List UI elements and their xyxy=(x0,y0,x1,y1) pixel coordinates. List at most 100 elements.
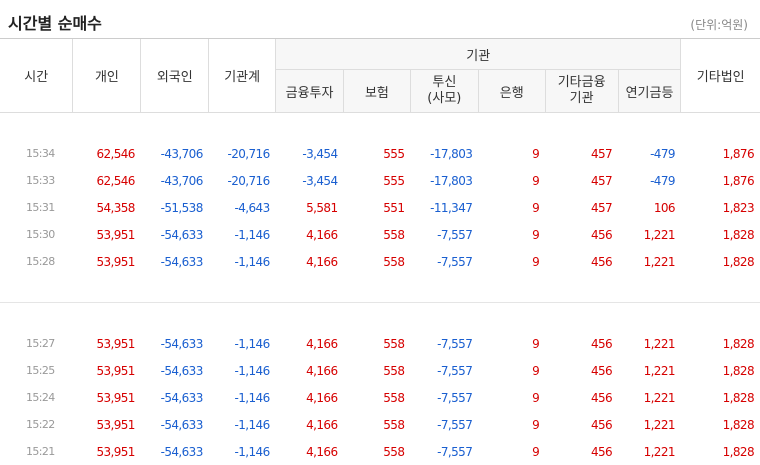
row-value: 558 xyxy=(344,411,411,438)
header-other-corp: 기타법인 xyxy=(681,39,760,113)
header-finance-invest: 금융투자 xyxy=(276,70,344,113)
row-value: 1,828 xyxy=(681,221,760,248)
row-value: 53,951 xyxy=(73,384,141,411)
row-value: -1,146 xyxy=(209,411,276,438)
row-value: 1,828 xyxy=(681,384,760,411)
row-value: 9 xyxy=(478,221,545,248)
unit-label: (단위:억원) xyxy=(690,16,748,33)
row-value: -7,557 xyxy=(410,357,478,384)
header-institution-group: 기관 xyxy=(276,39,681,70)
row-value: 5,581 xyxy=(276,194,344,221)
row-time: 15:30 xyxy=(0,221,73,248)
row-value: 555 xyxy=(344,140,411,167)
row-value: 456 xyxy=(545,221,618,248)
row-value: 4,166 xyxy=(276,248,344,275)
row-value: -17,803 xyxy=(410,140,478,167)
row-value: -54,633 xyxy=(141,330,209,357)
row-value: -4,643 xyxy=(209,194,276,221)
row-value: 9 xyxy=(478,140,545,167)
row-value: -17,803 xyxy=(410,167,478,194)
row-value: -7,557 xyxy=(410,411,478,438)
row-value: 457 xyxy=(545,140,618,167)
row-value: 53,951 xyxy=(73,330,141,357)
header-bank: 은행 xyxy=(478,70,545,113)
row-value: 558 xyxy=(344,438,411,465)
row-value: -3,454 xyxy=(276,140,344,167)
row-value: 456 xyxy=(545,248,618,275)
row-value: 62,546 xyxy=(73,167,141,194)
row-value: -54,633 xyxy=(141,357,209,384)
row-value: 9 xyxy=(478,357,545,384)
row-value: -479 xyxy=(618,140,681,167)
row-value: -43,706 xyxy=(141,140,209,167)
header-pension: 연기금등 xyxy=(618,70,681,113)
row-value: 9 xyxy=(478,438,545,465)
row-time: 15:24 xyxy=(0,384,73,411)
row-value: 1,221 xyxy=(618,221,681,248)
row-value: 558 xyxy=(344,330,411,357)
row-value: -7,557 xyxy=(410,384,478,411)
table-row: 15:2253,951-54,633-1,1464,166558-7,55794… xyxy=(0,411,760,438)
row-value: -20,716 xyxy=(209,167,276,194)
table-row: 15:2753,951-54,633-1,1464,166558-7,55794… xyxy=(0,330,760,357)
row-value: 551 xyxy=(344,194,411,221)
row-value: 1,828 xyxy=(681,438,760,465)
row-value: 1,221 xyxy=(618,330,681,357)
row-value: -1,146 xyxy=(209,221,276,248)
row-value: 456 xyxy=(545,384,618,411)
row-value: 456 xyxy=(545,357,618,384)
row-value: 1,828 xyxy=(681,248,760,275)
header-insurance: 보험 xyxy=(344,70,411,113)
table-row: 15:2553,951-54,633-1,1464,166558-7,55794… xyxy=(0,357,760,384)
row-value: 1,876 xyxy=(681,167,760,194)
row-value: 4,166 xyxy=(276,438,344,465)
row-value: 1,828 xyxy=(681,411,760,438)
row-value: 4,166 xyxy=(276,357,344,384)
row-time: 15:27 xyxy=(0,330,73,357)
table-row: 15:3154,358-51,538-4,6435,581551-11,3479… xyxy=(0,194,760,221)
row-time: 15:21 xyxy=(0,438,73,465)
row-time: 15:28 xyxy=(0,248,73,275)
row-value: 4,166 xyxy=(276,411,344,438)
row-value: 9 xyxy=(478,330,545,357)
header-foreign: 외국인 xyxy=(141,39,209,113)
row-time: 15:25 xyxy=(0,357,73,384)
row-value: 62,546 xyxy=(73,140,141,167)
header-time: 시간 xyxy=(0,39,73,113)
table-row: 15:3462,546-43,706-20,716-3,454555-17,80… xyxy=(0,140,760,167)
row-value: -54,633 xyxy=(141,438,209,465)
header-institution-total: 기관계 xyxy=(209,39,276,113)
row-value: -1,146 xyxy=(209,438,276,465)
row-value: 9 xyxy=(478,248,545,275)
row-value: -1,146 xyxy=(209,330,276,357)
row-value: 4,166 xyxy=(276,221,344,248)
row-value: 53,951 xyxy=(73,248,141,275)
row-value: 9 xyxy=(478,411,545,438)
table-row: 15:3053,951-54,633-1,1464,166558-7,55794… xyxy=(0,221,760,248)
row-value: -20,716 xyxy=(209,140,276,167)
row-value: 558 xyxy=(344,357,411,384)
row-value: -3,454 xyxy=(276,167,344,194)
row-value: 457 xyxy=(545,167,618,194)
row-value: 1,876 xyxy=(681,140,760,167)
row-value: 106 xyxy=(618,194,681,221)
row-value: 457 xyxy=(545,194,618,221)
header-other-finance: 기타금융 기관 xyxy=(545,70,618,113)
row-value: -1,146 xyxy=(209,248,276,275)
row-value: 1,828 xyxy=(681,357,760,384)
row-value: 9 xyxy=(478,167,545,194)
row-value: -7,557 xyxy=(410,248,478,275)
row-value: 9 xyxy=(478,194,545,221)
row-value: 456 xyxy=(545,438,618,465)
row-time: 15:33 xyxy=(0,167,73,194)
row-value: -54,633 xyxy=(141,384,209,411)
row-value: 53,951 xyxy=(73,221,141,248)
row-value: 558 xyxy=(344,248,411,275)
row-value: -54,633 xyxy=(141,248,209,275)
row-value: 456 xyxy=(545,411,618,438)
row-time: 15:31 xyxy=(0,194,73,221)
row-value: -1,146 xyxy=(209,357,276,384)
row-value: 1,221 xyxy=(618,384,681,411)
row-value: 1,221 xyxy=(618,411,681,438)
row-value: 54,358 xyxy=(73,194,141,221)
